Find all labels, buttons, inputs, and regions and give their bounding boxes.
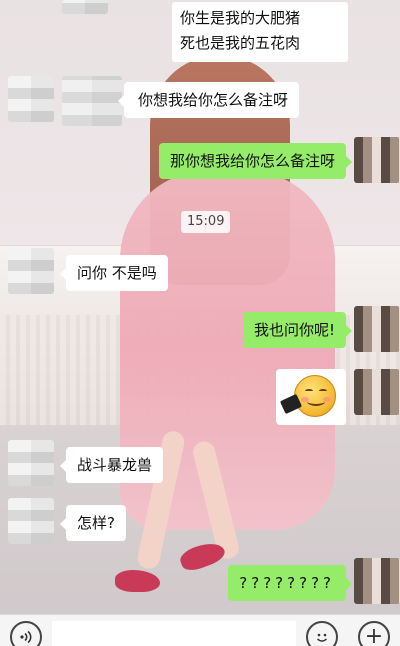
message-input[interactable]	[52, 621, 296, 646]
message-text: 问你 不是吗	[77, 264, 157, 282]
emoji-face-icon[interactable]	[306, 621, 338, 646]
message-text: 你生是我的大肥猪	[180, 9, 301, 27]
message-bubble-outgoing[interactable]: ????????	[228, 565, 352, 601]
voice-icon[interactable]	[10, 621, 42, 646]
avatar-partner[interactable]	[62, 0, 108, 14]
chat-input-bar: +	[0, 614, 400, 646]
message-text: 战斗暴龙兽	[77, 456, 153, 474]
message-bubble-top: 你生是我的大肥猪 死也是我的五花肉	[172, 2, 348, 62]
voice-waves-icon	[20, 630, 32, 644]
plus-icon[interactable]: +	[358, 621, 390, 646]
message-text: 死也是我的五花肉	[180, 34, 301, 52]
emoji-face-glyph-icon	[317, 633, 327, 642]
message-text: 我也问你呢!	[253, 321, 335, 339]
message-bubble-incoming[interactable]: 怎样?	[60, 505, 126, 541]
message-text: 那你想我给你怎么备注呀	[169, 152, 335, 170]
chat-area[interactable]: 你生是我的大肥猪 死也是我的五花肉 你想我给你怎么备注呀 那你想我给你怎么备注呀…	[0, 0, 400, 646]
message-text: 你想我给你怎么备注呀	[138, 91, 289, 109]
plus-symbol: +	[364, 624, 384, 646]
avatar-self[interactable]	[354, 306, 400, 352]
message-timestamp: 15:09	[181, 211, 231, 233]
avatar-partner[interactable]	[8, 248, 54, 294]
avatar-self[interactable]	[354, 558, 400, 604]
message-bubble-outgoing[interactable]: 那你想我给你怎么备注呀	[158, 143, 353, 179]
message-text: 怎样?	[77, 514, 115, 532]
smiley-sticker-icon	[294, 375, 336, 417]
avatar-partner-blurred	[62, 76, 122, 126]
message-bubble-incoming[interactable]: 问你 不是吗	[60, 255, 168, 291]
sticker-message[interactable]	[276, 369, 346, 425]
message-bubble-incoming[interactable]: 战斗暴龙兽	[59, 447, 164, 483]
message-text: ????????	[239, 574, 335, 592]
avatar-self[interactable]	[354, 137, 400, 183]
avatar-partner[interactable]	[8, 440, 54, 486]
avatar-partner[interactable]	[8, 498, 54, 544]
message-bubble-outgoing[interactable]: 我也问你呢!	[242, 312, 353, 348]
avatar-self[interactable]	[354, 369, 400, 415]
avatar-partner[interactable]	[8, 76, 54, 122]
message-bubble-incoming[interactable]: 你想我给你怎么备注呀	[117, 82, 300, 118]
